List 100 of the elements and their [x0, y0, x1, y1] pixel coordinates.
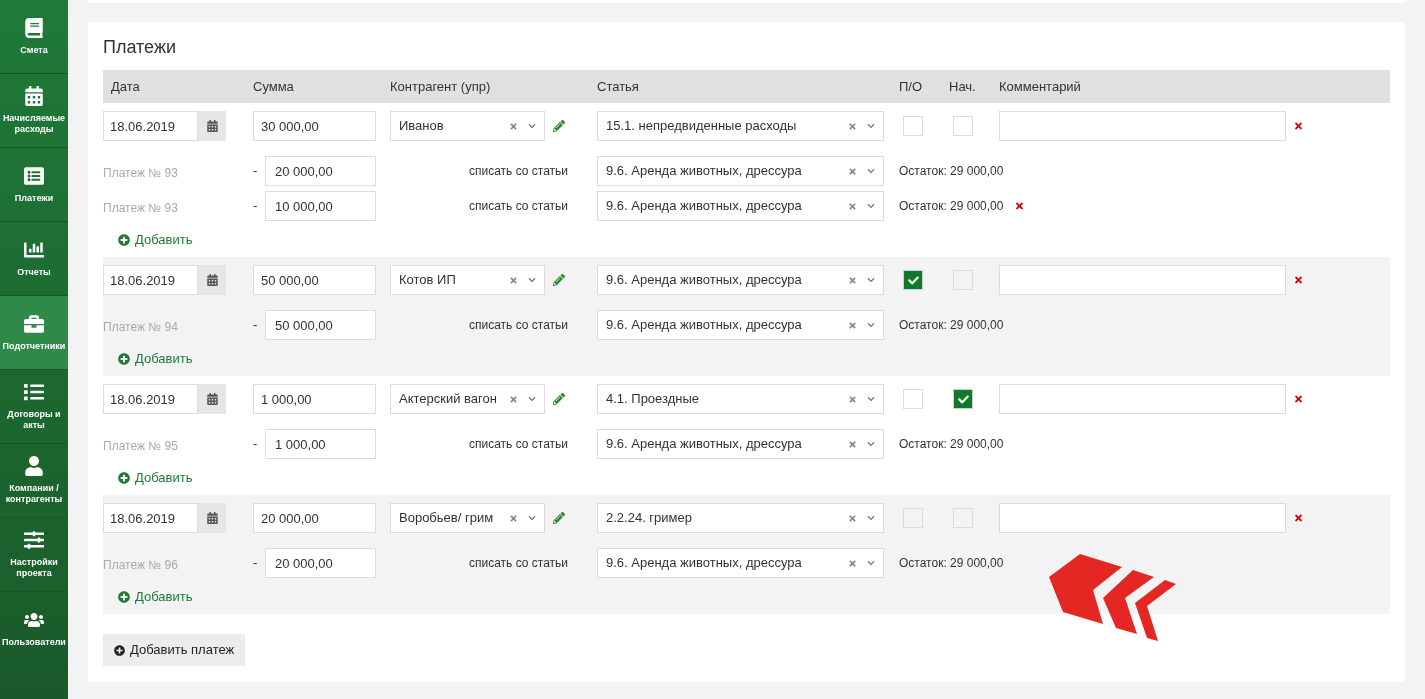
- pencil-icon[interactable]: [553, 393, 565, 405]
- chevron-down-icon[interactable]: [867, 122, 875, 130]
- chevron-down-icon[interactable]: [867, 167, 875, 175]
- calendar-button[interactable]: [198, 111, 226, 141]
- pencil-icon[interactable]: [553, 274, 565, 286]
- comment-field[interactable]: [999, 265, 1286, 295]
- pencil-icon[interactable]: [553, 512, 565, 524]
- calendar-icon: [206, 120, 218, 132]
- amount-field[interactable]: 20 000,00: [265, 156, 376, 186]
- clear-icon[interactable]: [848, 201, 857, 211]
- column-header: Комментарий: [999, 77, 1082, 96]
- select-field[interactable]: 9.6. Аренда животных, дрессура: [597, 310, 884, 340]
- checkbox[interactable]: [953, 389, 973, 409]
- chevron-down-icon[interactable]: [867, 321, 875, 329]
- select-field[interactable]: 2.2.24. гример: [597, 503, 884, 533]
- payment-label: Платеж № 94: [103, 320, 178, 334]
- sidebar-item[interactable]: Компании / контрагенты: [0, 444, 68, 518]
- action-label: списать со статьи: [468, 436, 568, 453]
- comment-field[interactable]: [999, 111, 1286, 141]
- clear-icon[interactable]: [848, 121, 857, 131]
- add-payment-button[interactable]: Добавить платеж: [103, 634, 246, 666]
- amount-field[interactable]: 20 000,00: [253, 503, 376, 533]
- chevron-down-icon[interactable]: [528, 514, 536, 522]
- payment-label: Платеж № 93: [103, 166, 178, 180]
- delete-icon[interactable]: [1294, 513, 1303, 523]
- select-field[interactable]: 9.6. Аренда животных, дрессура: [597, 429, 884, 459]
- delete-icon[interactable]: [1294, 121, 1303, 131]
- clear-icon[interactable]: [848, 439, 857, 449]
- amount-field[interactable]: 30 000,00: [253, 111, 376, 141]
- chevron-down-icon[interactable]: [867, 395, 875, 403]
- delete-icon[interactable]: [1294, 394, 1303, 404]
- checkbox[interactable]: [903, 116, 923, 136]
- date-field[interactable]: 18.06.2019: [103, 503, 198, 533]
- action-label: списать со статьи: [468, 198, 568, 215]
- amount-field[interactable]: 20 000,00: [265, 548, 376, 578]
- clear-icon[interactable]: [509, 394, 518, 404]
- clear-icon[interactable]: [509, 121, 518, 131]
- chevron-down-icon[interactable]: [867, 276, 875, 284]
- chevron-down-icon[interactable]: [528, 122, 536, 130]
- chevron-down-icon[interactable]: [528, 276, 536, 284]
- chevron-down-icon[interactable]: [867, 202, 875, 210]
- column-header: Сумма: [253, 77, 295, 96]
- add-link[interactable]: Добавить: [118, 469, 193, 486]
- select-field[interactable]: 9.6. Аренда животных, дрессура: [597, 191, 884, 221]
- chevron-down-icon[interactable]: [528, 395, 536, 403]
- select-field[interactable]: 15.1. непредвиденные расходы: [597, 111, 884, 141]
- clear-icon[interactable]: [848, 275, 857, 285]
- checkbox[interactable]: [953, 116, 973, 136]
- calendar-button[interactable]: [198, 265, 226, 295]
- calendar-button[interactable]: [198, 503, 226, 533]
- select-field[interactable]: Актерский вагон: [390, 384, 545, 414]
- chevron-down-icon[interactable]: [867, 440, 875, 448]
- sidebar-item[interactable]: Настройки проекта: [0, 518, 68, 592]
- calendar-icon: [206, 393, 218, 405]
- clear-icon[interactable]: [848, 166, 857, 176]
- select-field[interactable]: Иванов: [390, 111, 545, 141]
- select-field[interactable]: Воробьев/ грим: [390, 503, 545, 533]
- clear-icon[interactable]: [509, 513, 518, 523]
- sidebar-item[interactable]: Начисляемые расходы: [0, 74, 68, 148]
- add-link[interactable]: Добавить: [118, 350, 193, 367]
- date-field[interactable]: 18.06.2019: [103, 111, 198, 141]
- sidebar-item[interactable]: Платежи: [0, 148, 68, 222]
- checkbox[interactable]: [903, 389, 923, 409]
- comment-field[interactable]: [999, 384, 1286, 414]
- calendar-button[interactable]: [198, 384, 226, 414]
- check-icon: [957, 393, 969, 405]
- clear-icon[interactable]: [848, 513, 857, 523]
- sliders-icon: [24, 530, 44, 550]
- add-link[interactable]: Добавить: [118, 588, 193, 605]
- pencil-icon[interactable]: [553, 120, 565, 132]
- select-field[interactable]: 4.1. Проездные: [597, 384, 884, 414]
- checkbox[interactable]: [903, 270, 923, 290]
- amount-field[interactable]: 10 000,00: [265, 191, 376, 221]
- balance-label: Остаток: 29 000,00: [899, 555, 1004, 572]
- chevron-down-icon[interactable]: [867, 514, 875, 522]
- select-field[interactable]: 9.6. Аренда животных, дрессура: [597, 548, 884, 578]
- briefcase-icon: [24, 313, 44, 334]
- date-field[interactable]: 18.06.2019: [103, 384, 198, 414]
- select-field[interactable]: 9.6. Аренда животных, дрессура: [597, 156, 884, 186]
- clear-icon[interactable]: [509, 275, 518, 285]
- date-field[interactable]: 18.06.2019: [103, 265, 198, 295]
- sidebar-item[interactable]: Смета: [0, 0, 68, 74]
- select-field[interactable]: 9.6. Аренда животных, дрессура: [597, 265, 884, 295]
- amount-field[interactable]: 1 000,00: [253, 384, 376, 414]
- comment-field[interactable]: [999, 503, 1286, 533]
- clear-icon[interactable]: [848, 558, 857, 568]
- clear-icon[interactable]: [848, 320, 857, 330]
- sidebar-item[interactable]: Договоры и акты: [0, 370, 68, 444]
- sidebar-item[interactable]: Подотчетники: [0, 296, 68, 370]
- sidebar-item[interactable]: Пользователи: [0, 592, 68, 666]
- amount-field[interactable]: 50 000,00: [253, 265, 376, 295]
- amount-field[interactable]: 1 000,00: [265, 429, 376, 459]
- select-field[interactable]: Котов ИП: [390, 265, 545, 295]
- amount-field[interactable]: 50 000,00: [265, 310, 376, 340]
- delete-icon[interactable]: [1294, 275, 1303, 285]
- balance-label: Остаток: 29 000,00: [899, 436, 1004, 453]
- clear-icon[interactable]: [848, 394, 857, 404]
- add-link[interactable]: Добавить: [118, 231, 193, 248]
- delete-icon[interactable]: [1015, 201, 1025, 211]
- chevron-down-icon[interactable]: [867, 559, 875, 567]
